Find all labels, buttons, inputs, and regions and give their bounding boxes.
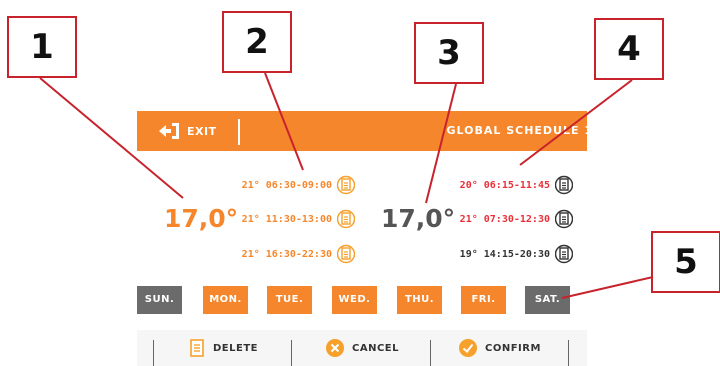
row-temp: 21° <box>241 248 260 260</box>
divider <box>153 340 154 366</box>
callout-4: 4 <box>594 18 664 80</box>
day-selector: SUN. MON. TUE. WED. THU. FRI. SAT. <box>137 286 587 314</box>
row-temp: 20° <box>459 179 478 191</box>
callout-1: 1 <box>7 16 77 78</box>
schedule-title: GLOBAL SCHEDULE 1 <box>446 124 593 137</box>
right-schedule-row[interactable]: 19° 14:15-20:30 <box>387 244 573 264</box>
right-schedule-row[interactable]: 21° 07:30-12:30 <box>387 209 573 229</box>
row-time: 14:15-20:30 <box>483 248 550 260</box>
document-icon <box>190 339 204 357</box>
day-mon[interactable]: MON. <box>203 286 248 314</box>
cancel-label: CANCEL <box>352 342 399 354</box>
callout-5: 5 <box>651 231 720 293</box>
day-sat[interactable]: SAT. <box>525 286 570 314</box>
row-time: 06:30-09:00 <box>265 179 332 191</box>
left-schedule-row[interactable]: 21° 06:30-09:00 <box>177 175 355 195</box>
day-wed[interactable]: WED. <box>332 286 377 314</box>
row-time: 06:15-11:45 <box>483 179 550 191</box>
cancel-button[interactable]: CANCEL <box>326 330 399 366</box>
check-icon <box>459 339 477 357</box>
delete-label: DELETE <box>213 342 258 354</box>
document-icon <box>555 209 573 229</box>
document-icon <box>555 244 573 264</box>
callout-3: 3 <box>414 22 484 84</box>
divider <box>291 340 292 366</box>
row-time: 07:30-12:30 <box>483 213 550 225</box>
divider <box>430 340 431 366</box>
confirm-button[interactable]: CONFIRM <box>459 330 541 366</box>
document-icon <box>555 175 573 195</box>
day-thu[interactable]: THU. <box>397 286 442 314</box>
right-schedule-row[interactable]: 20° 06:15-11:45 <box>387 175 573 195</box>
controller-screen: EXIT GLOBAL SCHEDULE 1 17,0° 21° 06:30-0… <box>137 111 592 366</box>
action-bar: DELETE CANCEL CONFIRM <box>137 330 587 366</box>
cancel-icon <box>326 339 344 357</box>
row-temp: 21° <box>459 213 478 225</box>
callout-2: 2 <box>222 11 292 73</box>
confirm-label: CONFIRM <box>485 342 541 354</box>
exit-label: EXIT <box>187 124 217 138</box>
top-bar: EXIT GLOBAL SCHEDULE 1 <box>137 111 592 151</box>
left-schedule-row[interactable]: 21° 11:30-13:00 <box>177 209 355 229</box>
document-icon <box>337 175 355 195</box>
exit-icon <box>159 123 179 139</box>
delete-button[interactable]: DELETE <box>189 330 258 366</box>
divider <box>238 119 240 145</box>
row-temp: 21° <box>241 213 260 225</box>
day-sun[interactable]: SUN. <box>137 286 182 314</box>
row-time: 11:30-13:00 <box>265 213 332 225</box>
document-icon <box>337 244 355 264</box>
divider <box>568 340 569 366</box>
exit-button[interactable]: EXIT <box>137 111 237 151</box>
left-schedule-row[interactable]: 21° 16:30-22:30 <box>177 244 355 264</box>
document-icon <box>337 209 355 229</box>
row-temp: 19° <box>459 248 478 260</box>
day-tue[interactable]: TUE. <box>267 286 312 314</box>
row-time: 16:30-22:30 <box>265 248 332 260</box>
row-temp: 21° <box>241 179 260 191</box>
day-fri[interactable]: FRI. <box>461 286 506 314</box>
